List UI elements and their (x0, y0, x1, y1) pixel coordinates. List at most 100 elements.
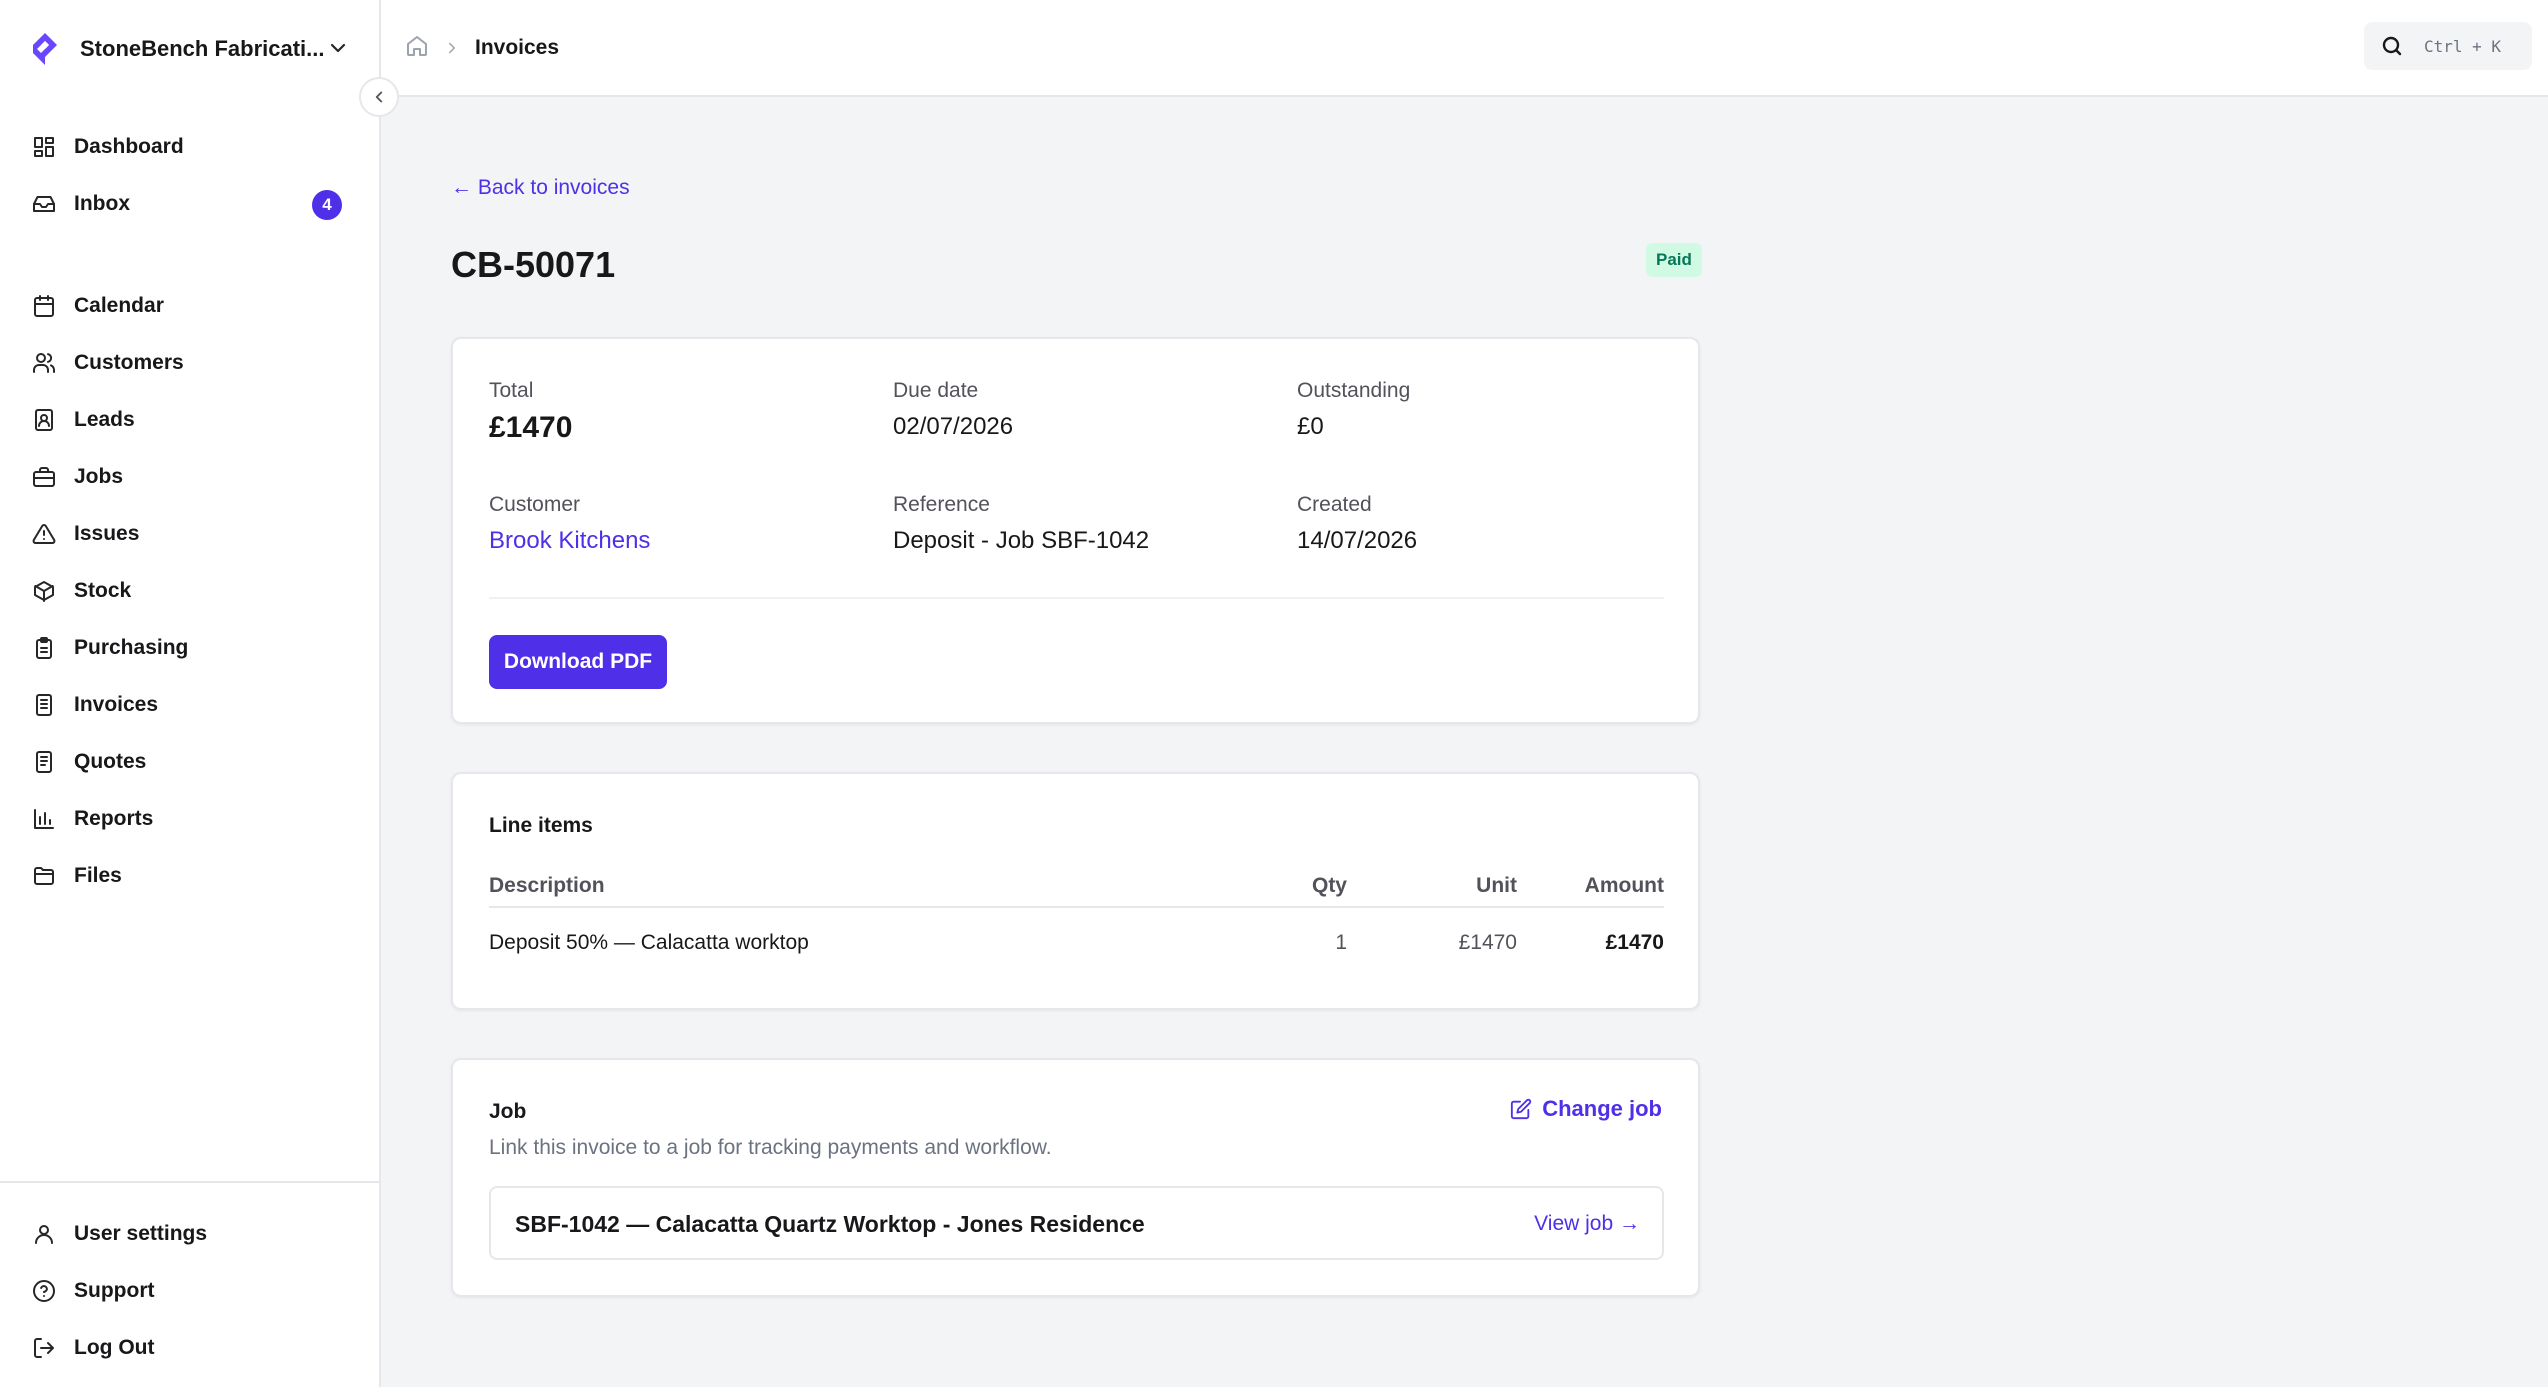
reference-field: Reference Deposit - Job SBF-1042 (893, 493, 1149, 555)
help-icon (32, 1279, 56, 1303)
sidebar-item-label: Support (74, 1279, 155, 1302)
column-qty: Qty (1311, 874, 1347, 897)
sidebar-item-label: Customers (74, 351, 184, 374)
sidebar-item-label: Quotes (74, 750, 147, 773)
dashboard-icon (32, 135, 56, 159)
breadcrumb: Invoices (405, 34, 559, 62)
box-icon (32, 579, 56, 603)
home-icon[interactable] (405, 34, 429, 63)
sidebar-item-invoices[interactable]: Invoices (32, 685, 352, 725)
warning-icon (32, 522, 56, 546)
bar-chart-icon (32, 807, 56, 831)
document-icon (32, 693, 56, 717)
clipboard-icon (32, 636, 56, 660)
sidebar-item-leads[interactable]: Leads (32, 400, 352, 440)
sidebar-item-label: Stock (74, 579, 132, 602)
table-header: Description Qty Unit Amount (489, 866, 1664, 908)
change-job-button[interactable]: Change job (1510, 1096, 1662, 1122)
due-date-value: 02/07/2026 (893, 413, 1014, 440)
sidebar-item-label: Reports (74, 807, 154, 830)
sidebar-item-reports[interactable]: Reports (32, 799, 352, 839)
cell-description: Deposit 50% — Calacatta worktop (489, 931, 809, 954)
search-icon (2382, 36, 2402, 56)
line-items-table: Description Qty Unit Amount Deposit 50% … (489, 866, 1664, 978)
job-card: Job Change job Link this invoice to a jo… (451, 1058, 1700, 1297)
sidebar-item-label: Inbox (74, 192, 130, 215)
chevron-right-icon (443, 39, 461, 57)
cell-unit: £1470 (1458, 931, 1517, 954)
sidebar-item-log-out[interactable]: Log Out (32, 1328, 352, 1368)
outstanding-label: Outstanding (1297, 379, 1411, 402)
job-subtitle: Link this invoice to a job for tracking … (489, 1136, 1052, 1159)
chevron-down-icon (326, 36, 350, 60)
view-job-link[interactable]: View job → (1534, 1212, 1640, 1236)
calendar-icon (32, 294, 56, 318)
sidebar-item-label: Invoices (74, 693, 159, 716)
invoice-summary-card: Total £1470 Due date 02/07/2026 Outstand… (451, 337, 1700, 724)
page-title: CB-50071 (451, 244, 616, 285)
total-value: £1470 (489, 411, 573, 444)
due-date-label: Due date (893, 379, 979, 402)
sidebar-item-jobs[interactable]: Jobs (32, 457, 352, 497)
job-title: Job (489, 1100, 527, 1123)
sidebar-item-dashboard[interactable]: Dashboard (32, 127, 352, 167)
sidebar-item-inbox[interactable]: Inbox 4 (32, 184, 352, 224)
users-icon (32, 351, 56, 375)
outstanding-field: Outstanding £0 (1297, 379, 1410, 441)
linked-job-name: SBF-1042 — Calacatta Quartz Worktop - Jo… (515, 1211, 1145, 1237)
sidebar-item-calendar[interactable]: Calendar (32, 286, 352, 326)
sidebar-item-support[interactable]: Support (32, 1271, 352, 1311)
sidebar: StoneBench Fabricati... Dashboard Inbox … (0, 0, 381, 1387)
due-date-field: Due date 02/07/2026 (893, 379, 1013, 441)
sidebar-item-customers[interactable]: Customers (32, 343, 352, 383)
folder-icon (32, 864, 56, 888)
sidebar-item-label: Issues (74, 522, 140, 545)
line-items-title: Line items (489, 814, 593, 837)
back-to-invoices-link[interactable]: ← Back to invoices (451, 176, 630, 200)
reference-label: Reference (893, 493, 990, 516)
customer-link[interactable]: Brook Kitchens (489, 527, 650, 555)
sidebar-item-label: Calendar (74, 294, 164, 317)
briefcase-icon (32, 465, 56, 489)
sidebar-item-label: Purchasing (74, 636, 189, 659)
search-button[interactable]: Ctrl + K (2364, 22, 2532, 70)
brand-logo-icon (30, 29, 64, 69)
sidebar-item-files[interactable]: Files (32, 856, 352, 896)
user-icon (32, 1222, 56, 1246)
linked-job: SBF-1042 — Calacatta Quartz Worktop - Jo… (489, 1186, 1664, 1260)
breadcrumb-current[interactable]: Invoices (475, 36, 559, 60)
sidebar-item-stock[interactable]: Stock (32, 571, 352, 611)
sidebar-item-user-settings[interactable]: User settings (32, 1214, 352, 1254)
search-shortcut: Ctrl + K (2424, 36, 2502, 56)
created-field: Created 14/07/2026 (1297, 493, 1417, 555)
sidebar-item-issues[interactable]: Issues (32, 514, 352, 554)
sidebar-item-quotes[interactable]: Quotes (32, 742, 352, 782)
document-icon (32, 750, 56, 774)
workspace-name: StoneBench Fabricati... (80, 36, 325, 61)
reference-value: Deposit - Job SBF-1042 (893, 527, 1150, 554)
outstanding-value: £0 (1297, 413, 1324, 440)
workspace-switcher[interactable]: StoneBench Fabricati... (30, 28, 350, 70)
total-field: Total £1470 (489, 379, 572, 445)
collapse-sidebar-button[interactable] (359, 77, 399, 117)
divider (489, 597, 1664, 599)
download-pdf-button[interactable]: Download PDF (489, 635, 667, 689)
cell-qty: 1 (1335, 931, 1347, 954)
edit-icon (1511, 1098, 1532, 1120)
change-job-label: Change job (1542, 1096, 1662, 1121)
topbar: Invoices Ctrl + K (381, 0, 2548, 97)
sidebar-item-label: Files (74, 864, 122, 887)
sidebar-item-label: Dashboard (74, 135, 184, 158)
sidebar-item-label: User settings (74, 1222, 208, 1245)
created-value: 14/07/2026 (1297, 527, 1418, 554)
cell-amount: £1470 (1605, 931, 1664, 954)
line-items-card: Line items Description Qty Unit Amount D… (451, 772, 1700, 1010)
table-row: Deposit 50% — Calacatta worktop 1 £1470 … (489, 908, 1664, 978)
inbox-count-badge: 4 (312, 190, 342, 220)
status-badge: Paid (1646, 243, 1702, 277)
column-description: Description (489, 874, 605, 897)
inbox-icon (32, 192, 56, 216)
sidebar-item-purchasing[interactable]: Purchasing (32, 628, 352, 668)
sidebar-divider (0, 1181, 381, 1183)
sidebar-item-label: Jobs (74, 465, 124, 488)
